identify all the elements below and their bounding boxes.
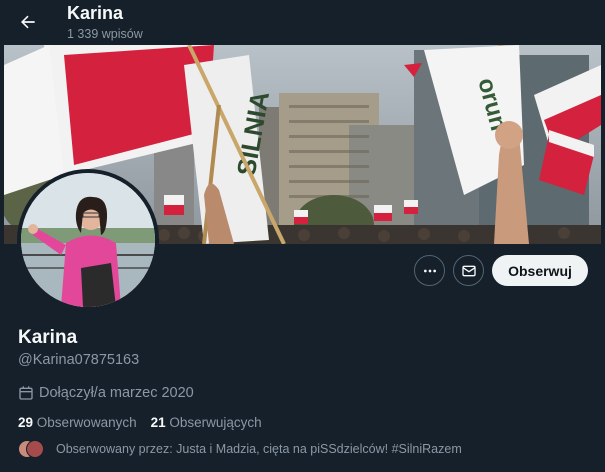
profile-top-bar: Karina 1 339 wpisów <box>0 0 605 45</box>
follow-button[interactable]: Obserwuj <box>492 255 588 286</box>
message-button[interactable] <box>453 255 484 286</box>
followed-by-avatars <box>18 440 44 458</box>
followers-link[interactable]: 21 Obserwujących <box>151 415 262 430</box>
followers-label: Obserwujących <box>169 415 262 430</box>
following-label: Obserwowanych <box>36 415 137 430</box>
join-date-text: Dołączył/a marzec 2020 <box>39 385 194 401</box>
followers-count: 21 <box>150 415 166 430</box>
calendar-icon <box>19 386 33 400</box>
post-count: 1 339 wpisów <box>67 27 143 41</box>
header-name: Karina <box>67 3 124 23</box>
following-link[interactable]: 29 Obserwowanych <box>18 415 137 430</box>
follow-stats: 29 Obserwowanych 21 Obserwujących <box>18 415 262 430</box>
profile-handle: @Karina07875163 <box>18 352 140 368</box>
avatar[interactable] <box>21 173 155 307</box>
envelope-icon <box>461 265 476 276</box>
join-date: Dołączył/a marzec 2020 <box>18 385 194 401</box>
followed-by-text: Obserwowany przez: Justa i Madzia, cięta… <box>56 442 462 456</box>
more-options-button[interactable] <box>414 255 445 286</box>
avatar-frame <box>17 169 159 311</box>
followed-by-row[interactable]: Obserwowany przez: Justa i Madzia, cięta… <box>18 440 462 458</box>
arrow-left-icon <box>21 15 35 29</box>
more-horizontal-icon <box>423 269 436 272</box>
mini-avatar <box>26 440 44 458</box>
following-count: 29 <box>18 415 34 430</box>
back-button[interactable] <box>12 6 44 38</box>
profile-display-name: Karina <box>18 327 78 348</box>
